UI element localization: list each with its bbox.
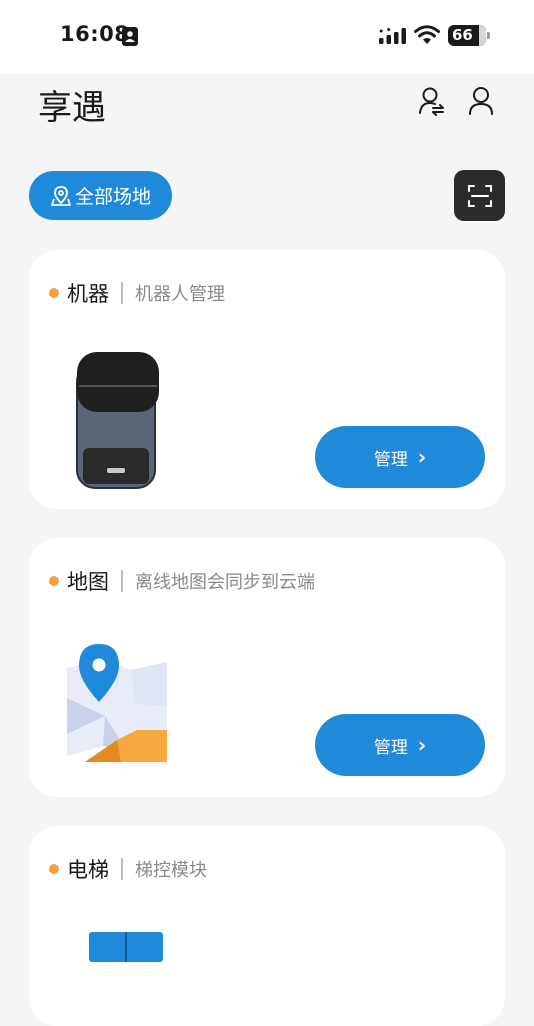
card-title: 机器 — [67, 282, 109, 306]
elevator-card-header: 电梯 梯控模块 — [49, 854, 207, 884]
all-sites-label: 全部场地 — [74, 186, 151, 208]
wifi-icon — [414, 25, 440, 44]
scan-button[interactable] — [454, 170, 505, 221]
profile-icon[interactable] — [468, 86, 494, 116]
divider — [121, 858, 123, 880]
robot-card: 机器 机器人管理 管理 › — [29, 250, 505, 509]
elevator-illustration-icon — [89, 932, 163, 962]
divider — [121, 282, 123, 304]
status-dot — [49, 288, 59, 298]
card-title: 地图 — [67, 570, 109, 594]
chevron-right-icon: › — [417, 445, 427, 469]
manage-label: 管理 — [373, 737, 408, 758]
battery-level: 66 — [452, 26, 473, 44]
battery-indicator: 66 — [448, 25, 490, 46]
scan-icon — [467, 184, 492, 207]
elevator-card: 电梯 梯控模块 — [29, 826, 505, 1026]
status-dot — [49, 576, 59, 586]
status-time: 16:08 — [60, 22, 130, 46]
map-card: 地图 离线地图会同步到云端 管理 › — [29, 538, 505, 797]
map-manage-button[interactable]: 管理 › — [315, 714, 485, 776]
manage-label: 管理 — [373, 449, 408, 470]
location-map-icon — [51, 185, 71, 206]
all-sites-button[interactable]: 全部场地 — [29, 171, 172, 220]
map-illustration-icon — [67, 644, 167, 762]
card-subtitle: 离线地图会同步到云端 — [135, 572, 315, 593]
robot-card-header: 机器 机器人管理 — [49, 278, 225, 308]
status-dot — [49, 864, 59, 874]
map-card-header: 地图 离线地图会同步到云端 — [49, 566, 315, 596]
user-switch-icon[interactable] — [418, 86, 446, 116]
chevron-right-icon: › — [417, 733, 427, 757]
id-card-icon — [122, 27, 138, 46]
cellular-signal-icon — [379, 28, 406, 44]
card-title: 电梯 — [67, 858, 109, 882]
card-subtitle: 机器人管理 — [135, 284, 225, 305]
divider — [121, 570, 123, 592]
robot-manage-button[interactable]: 管理 › — [315, 426, 485, 488]
card-subtitle: 梯控模块 — [135, 860, 207, 881]
status-bar: 16:08 66 — [0, 0, 534, 74]
robot-illustration-icon — [76, 352, 159, 489]
app-title: 享遇 — [38, 88, 106, 128]
